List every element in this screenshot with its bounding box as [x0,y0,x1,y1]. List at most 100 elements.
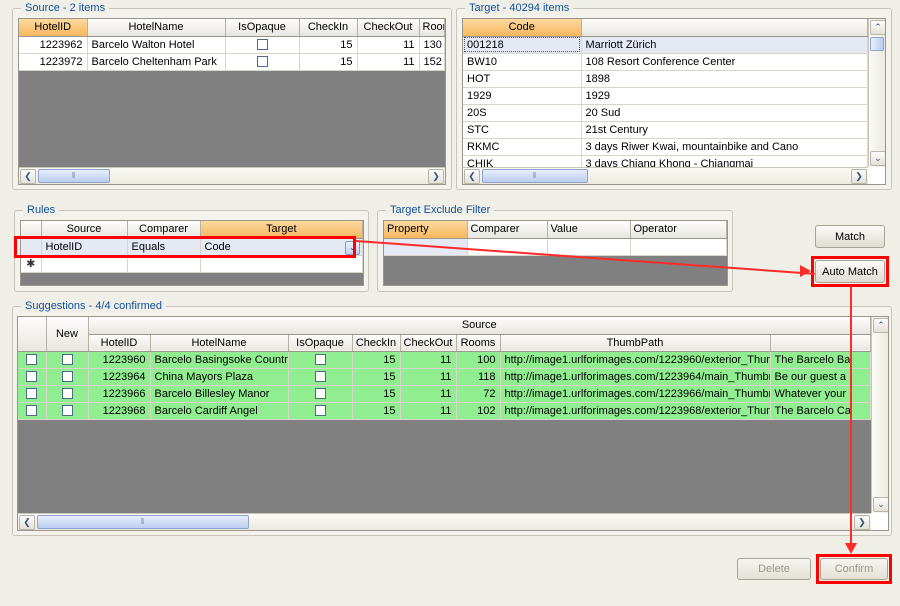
table-row[interactable]: 1223962 Barcelo Walton Hotel 15 11 130 [19,36,445,54]
rules-new-row-marker[interactable]: ✱ [21,255,42,273]
cell-select-checkbox[interactable] [18,385,47,403]
checkbox-icon[interactable] [314,405,326,417]
exclude-col-property[interactable]: Property [384,221,468,239]
cell-exclude-value[interactable] [547,238,631,256]
source-col-checkin[interactable]: CheckIn [299,19,358,37]
suggestions-col-description[interactable] [770,334,871,352]
suggestions-col-rooms[interactable]: Rooms [456,334,501,352]
target-vscrollbar[interactable]: ⌃ ⌄ [868,19,885,167]
cell-exclude-operator[interactable] [630,238,727,256]
checkbox-icon[interactable] [314,388,326,400]
checkbox-icon[interactable] [61,354,73,366]
checkbox-icon[interactable] [61,388,73,400]
match-button[interactable]: Match [815,225,885,248]
source-grid-body[interactable]: HotelID HotelName IsOpaque CheckIn Check… [19,19,445,167]
suggestions-table[interactable]: New Source HotelID HotelName IsOpaque Ch… [18,317,871,420]
cell-select-checkbox[interactable] [18,402,47,420]
table-row[interactable]: 1223968 Barcelo Cardiff Angel 15 11 102 … [18,402,871,420]
suggestions-hscroll-thumb[interactable]: ⫴ [37,515,249,529]
cell-rule-source[interactable]: HotelID [41,238,128,256]
suggestions-col-checkin[interactable]: CheckIn [352,334,401,352]
suggestions-col-hotelid[interactable]: HotelID [88,334,151,352]
cell-select-checkbox[interactable] [18,351,47,369]
target-vscroll-thumb[interactable] [870,37,884,51]
target-grid[interactable]: Code 001218 Marriott Zürich BW10 108 Res… [462,18,886,185]
scroll-left-icon[interactable]: ❮ [19,515,35,530]
suggestions-grid-body[interactable]: New Source HotelID HotelName IsOpaque Ch… [18,317,871,513]
cell-isopaque[interactable] [288,368,353,386]
scroll-right-icon[interactable]: ❯ [428,169,444,184]
cell-isopaque[interactable] [288,351,353,369]
scroll-left-icon[interactable]: ❮ [20,169,36,184]
source-table[interactable]: HotelID HotelName IsOpaque CheckIn Check… [19,19,445,71]
cell-isopaque[interactable] [225,36,300,54]
source-col-hotelname[interactable]: HotelName [87,19,226,37]
table-row[interactable]: 1223964 China Mayors Plaza 15 11 118 htt… [18,368,871,386]
table-row[interactable]: 001218 Marriott Zürich [463,36,868,54]
rules-row-selector[interactable] [21,238,42,256]
source-hscrollbar[interactable]: ❮ ⫴ ❯ [19,167,445,184]
table-row[interactable] [384,238,727,256]
cell-isopaque[interactable] [288,402,353,420]
table-row[interactable]: 1223966 Barcelo Billesley Manor 15 11 72… [18,385,871,403]
rules-table[interactable]: Source Comparer Target HotelID Equals Co… [21,221,363,273]
table-row-new[interactable]: ✱ [21,255,363,273]
checkbox-icon[interactable] [26,388,38,400]
table-row[interactable]: 20S 20 Sud [463,104,868,122]
scroll-down-icon[interactable]: ⌄ [873,497,888,512]
cell-rule-comparer-new[interactable] [127,255,201,273]
suggestions-col-hotelname[interactable]: HotelName [150,334,289,352]
cell-isopaque[interactable] [288,385,353,403]
cell-exclude-comparer[interactable] [467,238,548,256]
checkbox-icon[interactable] [256,39,268,51]
table-row[interactable]: STC 21st Century [463,121,868,139]
source-hscroll-thumb[interactable]: ⫴ [38,169,110,183]
exclude-grid-body[interactable]: Property Comparer Value Operator [384,221,727,285]
cell-rule-target[interactable]: Code ⌄ [200,238,363,256]
cell-isopaque[interactable] [225,53,300,71]
rules-grid-body[interactable]: Source Comparer Target HotelID Equals Co… [21,221,363,285]
cell-rule-target-new[interactable] [200,255,363,273]
rules-col-target[interactable]: Target [200,221,363,239]
table-row[interactable]: HotelID Equals Code ⌄ [21,238,363,256]
table-row[interactable]: 1223972 Barcelo Cheltenham Park 15 11 15… [19,53,445,71]
scroll-right-icon[interactable]: ❯ [851,169,867,184]
source-col-checkout[interactable]: CheckOut [357,19,420,37]
source-col-rooms[interactable]: Rooms [419,19,445,37]
exclude-grid[interactable]: Property Comparer Value Operator [383,220,728,286]
target-col-name[interactable] [581,19,868,37]
source-col-isopaque[interactable]: IsOpaque [225,19,300,37]
suggestions-col-isopaque[interactable]: IsOpaque [288,334,353,352]
scroll-up-icon[interactable]: ⌃ [873,318,888,333]
checkbox-icon[interactable] [61,371,73,383]
cell-rule-comparer[interactable]: Equals [127,238,201,256]
target-hscroll-thumb[interactable]: ⫴ [482,169,588,183]
table-row[interactable]: RKMC 3 days Riwer Kwai, mountainbike and… [463,138,868,156]
checkbox-icon[interactable] [26,354,38,366]
exclude-col-operator[interactable]: Operator [630,221,727,239]
table-row[interactable]: 1223960 Barcelo Basingsoke Country 15 11… [18,351,871,369]
checkbox-icon[interactable] [314,371,326,383]
table-row[interactable]: HOT 1898 [463,70,868,88]
suggestions-hscrollbar[interactable]: ❮ ⫴ ❯ [18,513,871,530]
cell-select-checkbox[interactable] [18,368,47,386]
delete-button[interactable]: Delete [737,558,811,580]
source-grid[interactable]: HotelID HotelName IsOpaque CheckIn Check… [18,18,446,185]
checkbox-icon[interactable] [26,405,38,417]
target-grid-body[interactable]: Code 001218 Marriott Zürich BW10 108 Res… [463,19,868,167]
cell-new-checkbox[interactable] [46,351,89,369]
suggestions-vscrollbar[interactable]: ⌃ ⌄ [871,317,888,513]
scroll-left-icon[interactable]: ❮ [464,169,480,184]
checkbox-icon[interactable] [314,354,326,366]
target-col-code[interactable]: Code [463,19,582,37]
exclude-table[interactable]: Property Comparer Value Operator [384,221,727,256]
cell-new-checkbox[interactable] [46,385,89,403]
chevron-down-icon[interactable]: ⌄ [345,240,360,254]
rules-grid[interactable]: Source Comparer Target HotelID Equals Co… [20,220,364,286]
scroll-down-icon[interactable]: ⌄ [870,151,885,166]
confirm-button[interactable]: Confirm [820,558,888,580]
auto-match-button[interactable]: Auto Match [815,260,885,283]
checkbox-icon[interactable] [256,56,268,68]
scroll-up-icon[interactable]: ⌃ [870,20,885,35]
cell-new-checkbox[interactable] [46,402,89,420]
